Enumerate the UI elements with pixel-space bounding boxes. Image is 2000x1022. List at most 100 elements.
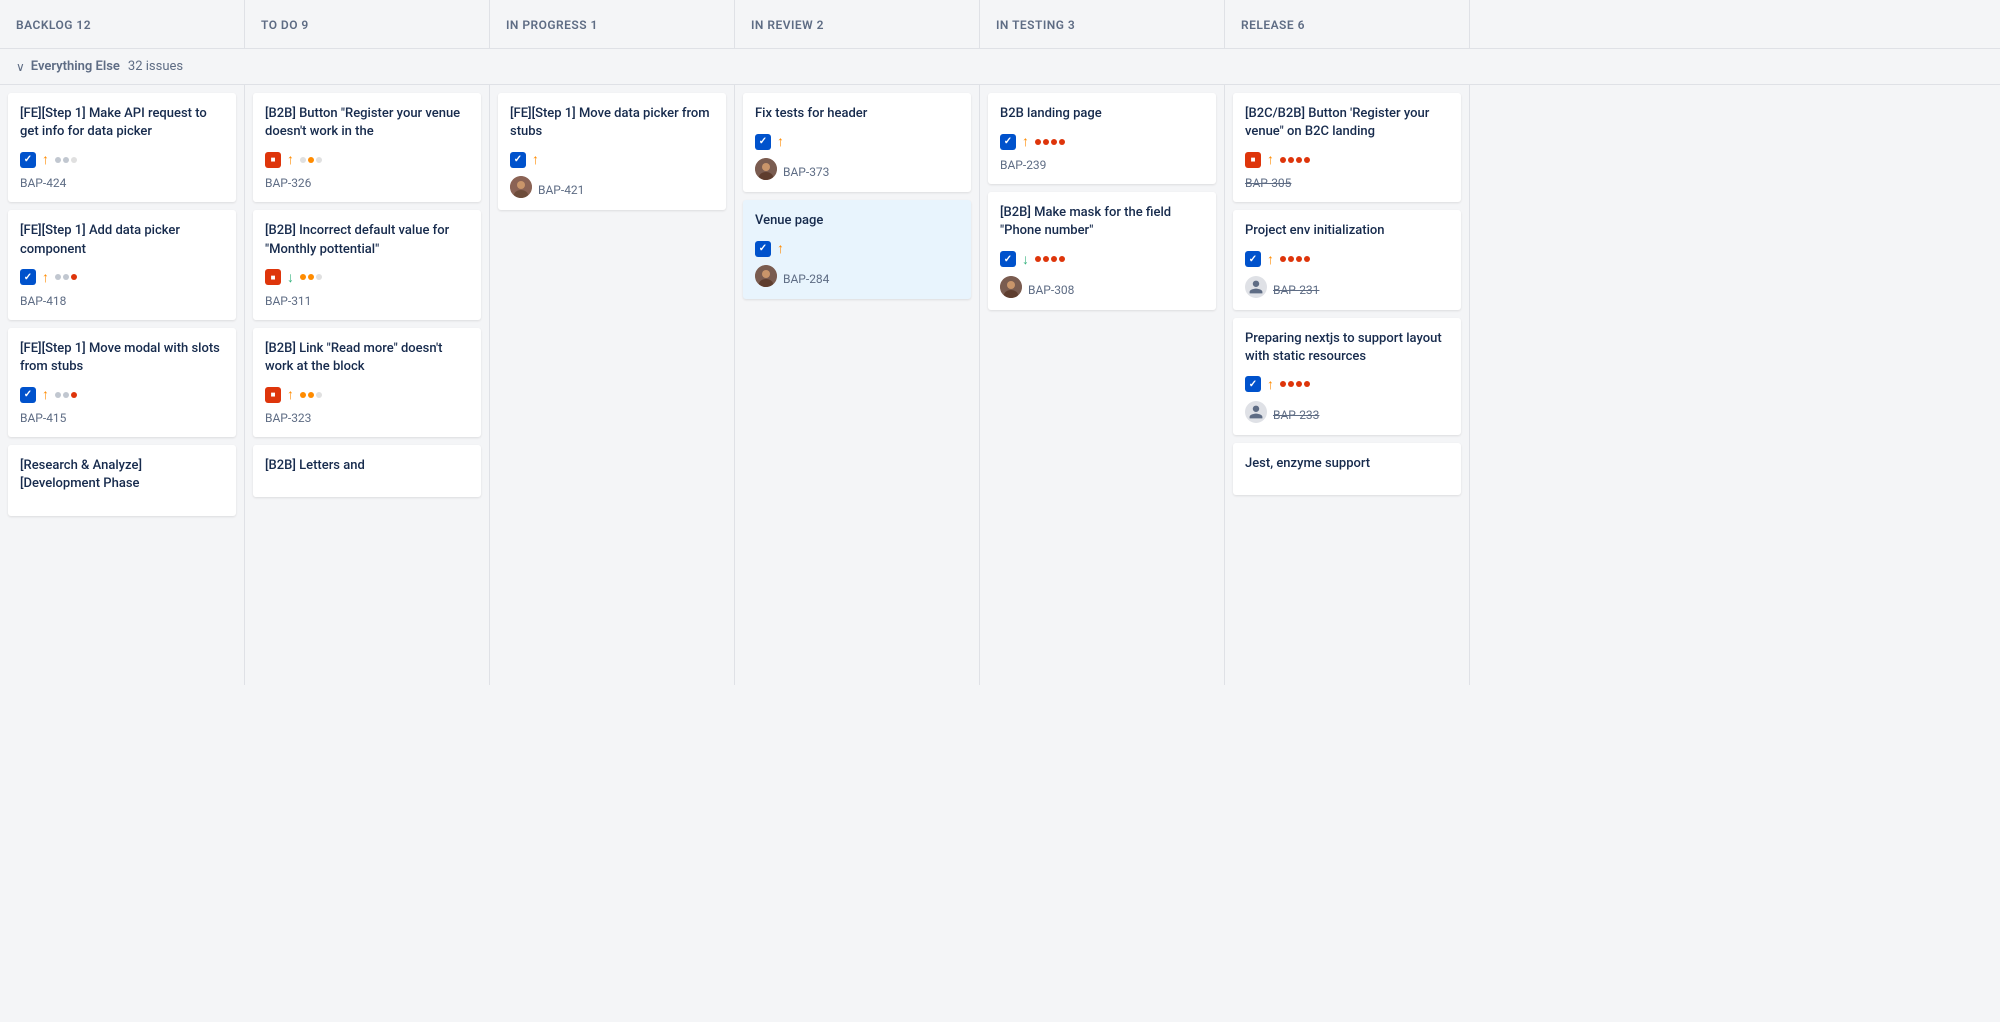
- column-todo: [B2B] Button "Register your venue doesn'…: [245, 85, 490, 685]
- dot: [1296, 256, 1302, 262]
- dot: [316, 157, 322, 163]
- card-bap-323[interactable]: [B2B] Link "Read more" doesn't work at t…: [253, 328, 481, 437]
- dot: [300, 157, 306, 163]
- avatar: [755, 158, 777, 180]
- dot: [55, 392, 61, 398]
- priority-down-icon: ↓: [287, 269, 294, 286]
- column-release: [B2C/B2B] Button 'Register your venue" o…: [1225, 85, 1470, 685]
- ticket-id: BAP-311: [265, 294, 469, 308]
- card-meta: ↑: [20, 269, 224, 286]
- dots: [300, 157, 322, 163]
- dot: [1288, 381, 1294, 387]
- card-title: [FE][Step 1] Move data picker from stubs: [510, 105, 714, 141]
- dot: [1035, 139, 1041, 145]
- card-meta: ↑: [1000, 133, 1204, 150]
- dot: [55, 274, 61, 280]
- card-bap-284[interactable]: Venue page ↑ BAP-284: [743, 200, 971, 299]
- priority-down-icon: ↓: [1022, 251, 1029, 268]
- card-title: Project env initialization: [1245, 222, 1449, 240]
- card-bap-233[interactable]: Preparing nextjs to support layout with …: [1233, 318, 1461, 435]
- ticket-id: BAP-424: [20, 176, 224, 190]
- card-bap-424[interactable]: [FE][Step 1] Make API request to get inf…: [8, 93, 236, 202]
- card-bap-b2b[interactable]: [B2B] Letters and: [253, 445, 481, 497]
- card-footer: BAP-233: [1245, 401, 1449, 423]
- dot: [1280, 157, 1286, 163]
- card-bap-231[interactable]: Project env initialization ↑: [1233, 210, 1461, 309]
- ticket-id: BAP-415: [20, 411, 224, 425]
- card-meta: ↑: [755, 240, 959, 257]
- card-title: Venue page: [755, 212, 959, 230]
- ticket-id: BAP-308: [1028, 283, 1074, 297]
- checkbox-icon: [755, 241, 771, 257]
- columns-body: [FE][Step 1] Make API request to get inf…: [0, 85, 2000, 1022]
- ticket-id: BAP-239: [1000, 158, 1204, 172]
- card-bap-308[interactable]: [B2B] Make mask for the field "Phone num…: [988, 192, 1216, 309]
- card-footer: BAP-308: [1000, 276, 1204, 298]
- dot: [1051, 139, 1057, 145]
- checkbox-icon: [1000, 134, 1016, 150]
- priority-up-icon: ↑: [287, 386, 294, 403]
- group-row[interactable]: ∨ Everything Else 32 issues: [0, 49, 2000, 85]
- card-title: [B2B] Make mask for the field "Phone num…: [1000, 204, 1204, 240]
- stop-icon: [1245, 152, 1261, 168]
- card-bap-415[interactable]: [FE][Step 1] Move modal with slots from …: [8, 328, 236, 437]
- card-meta: ↑: [265, 386, 469, 403]
- dots: [1280, 256, 1310, 262]
- priority-up-icon: ↑: [42, 386, 49, 403]
- card-bap-jest[interactable]: Jest, enzyme support: [1233, 443, 1461, 495]
- chevron-icon: ∨: [16, 60, 25, 74]
- dot: [300, 392, 306, 398]
- dot: [1296, 157, 1302, 163]
- card-title: [B2B] Button "Register your venue doesn'…: [265, 105, 469, 141]
- card-bap-418[interactable]: [FE][Step 1] Add data picker component ↑…: [8, 210, 236, 319]
- dot: [55, 157, 61, 163]
- card-bap-326[interactable]: [B2B] Button "Register your venue doesn'…: [253, 93, 481, 202]
- dot: [1059, 256, 1065, 262]
- card-bap-421[interactable]: [FE][Step 1] Move data picker from stubs…: [498, 93, 726, 210]
- dot: [1280, 256, 1286, 262]
- ticket-id: BAP-305: [1245, 176, 1449, 190]
- col-header-inprogress: IN PROGRESS 1: [490, 0, 735, 48]
- ticket-id: BAP-231: [1273, 283, 1319, 297]
- card-title: [FE][Step 1] Add data picker component: [20, 222, 224, 258]
- card-bap-dev[interactable]: [Research & Analyze] [Development Phase: [8, 445, 236, 515]
- dots: [55, 274, 77, 280]
- dot: [1304, 157, 1310, 163]
- dot: [63, 157, 69, 163]
- dot: [71, 157, 77, 163]
- card-meta: ↓: [265, 269, 469, 286]
- dot: [308, 392, 314, 398]
- avatar: [1000, 276, 1022, 298]
- card-title: [B2B] Letters and: [265, 457, 469, 475]
- columns-header: BACKLOG 12 TO DO 9 IN PROGRESS 1 IN REVI…: [0, 0, 2000, 49]
- ticket-id: BAP-418: [20, 294, 224, 308]
- card-meta: ↑: [265, 151, 469, 168]
- checkbox-icon: [20, 152, 36, 168]
- card-bap-305[interactable]: [B2C/B2B] Button 'Register your venue" o…: [1233, 93, 1461, 202]
- card-bap-311[interactable]: [B2B] Incorrect default value for "Month…: [253, 210, 481, 319]
- dot: [63, 392, 69, 398]
- avatar: [755, 265, 777, 287]
- card-meta: ↑: [20, 151, 224, 168]
- dots: [1035, 139, 1065, 145]
- card-meta: ↑: [1245, 251, 1449, 268]
- checkbox-icon: [510, 152, 526, 168]
- card-title: [B2B] Link "Read more" doesn't work at t…: [265, 340, 469, 376]
- dots: [1280, 157, 1310, 163]
- checkbox-icon: [755, 134, 771, 150]
- card-bap-239[interactable]: B2B landing page ↑ BAP-239: [988, 93, 1216, 184]
- card-title: [FE][Step 1] Move modal with slots from …: [20, 340, 224, 376]
- card-title: [Research & Analyze] [Development Phase: [20, 457, 224, 493]
- dot: [1280, 381, 1286, 387]
- priority-up-icon: ↑: [42, 269, 49, 286]
- card-bap-373[interactable]: Fix tests for header ↑ BAP-373: [743, 93, 971, 192]
- board: BACKLOG 12 TO DO 9 IN PROGRESS 1 IN REVI…: [0, 0, 2000, 1022]
- dot: [1059, 139, 1065, 145]
- checkbox-icon: [1245, 251, 1261, 267]
- dot: [308, 274, 314, 280]
- dot: [1296, 381, 1302, 387]
- stop-icon: [265, 269, 281, 285]
- card-footer: BAP-284: [755, 265, 959, 287]
- col-header-inreview: IN REVIEW 2: [735, 0, 980, 48]
- card-footer: BAP-421: [510, 176, 714, 198]
